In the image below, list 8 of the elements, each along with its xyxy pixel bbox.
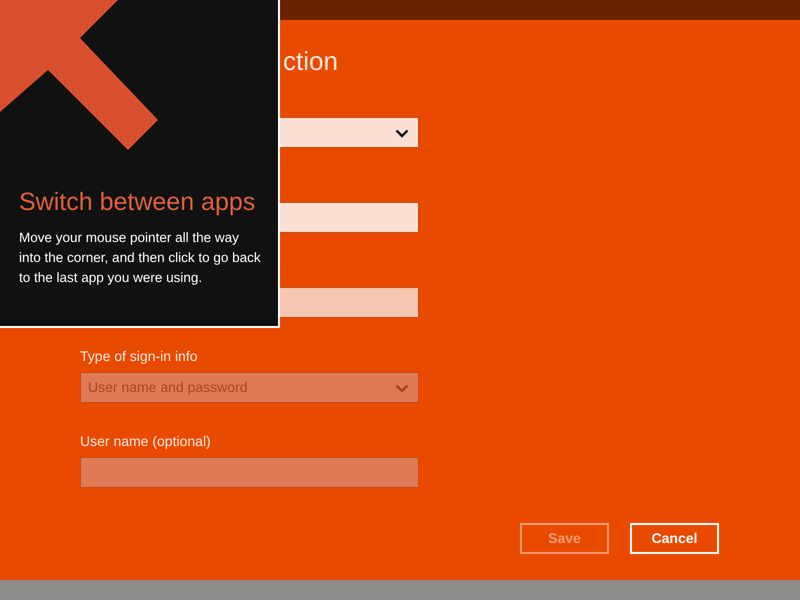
- chevron-down-icon: [395, 129, 409, 138]
- tip-text: Move your mouse pointer all the way into the corner, and then click to go back to the last app you were using.: [19, 229, 262, 287]
- page-title: ction: [283, 45, 339, 78]
- cancel-button[interactable]: Cancel: [630, 523, 719, 554]
- field-label: Type of sign-in info: [80, 347, 199, 366]
- tip-title: Switch between apps: [19, 187, 256, 218]
- field-label: User name (optional): [80, 432, 212, 451]
- chevron-down-icon: [395, 384, 409, 393]
